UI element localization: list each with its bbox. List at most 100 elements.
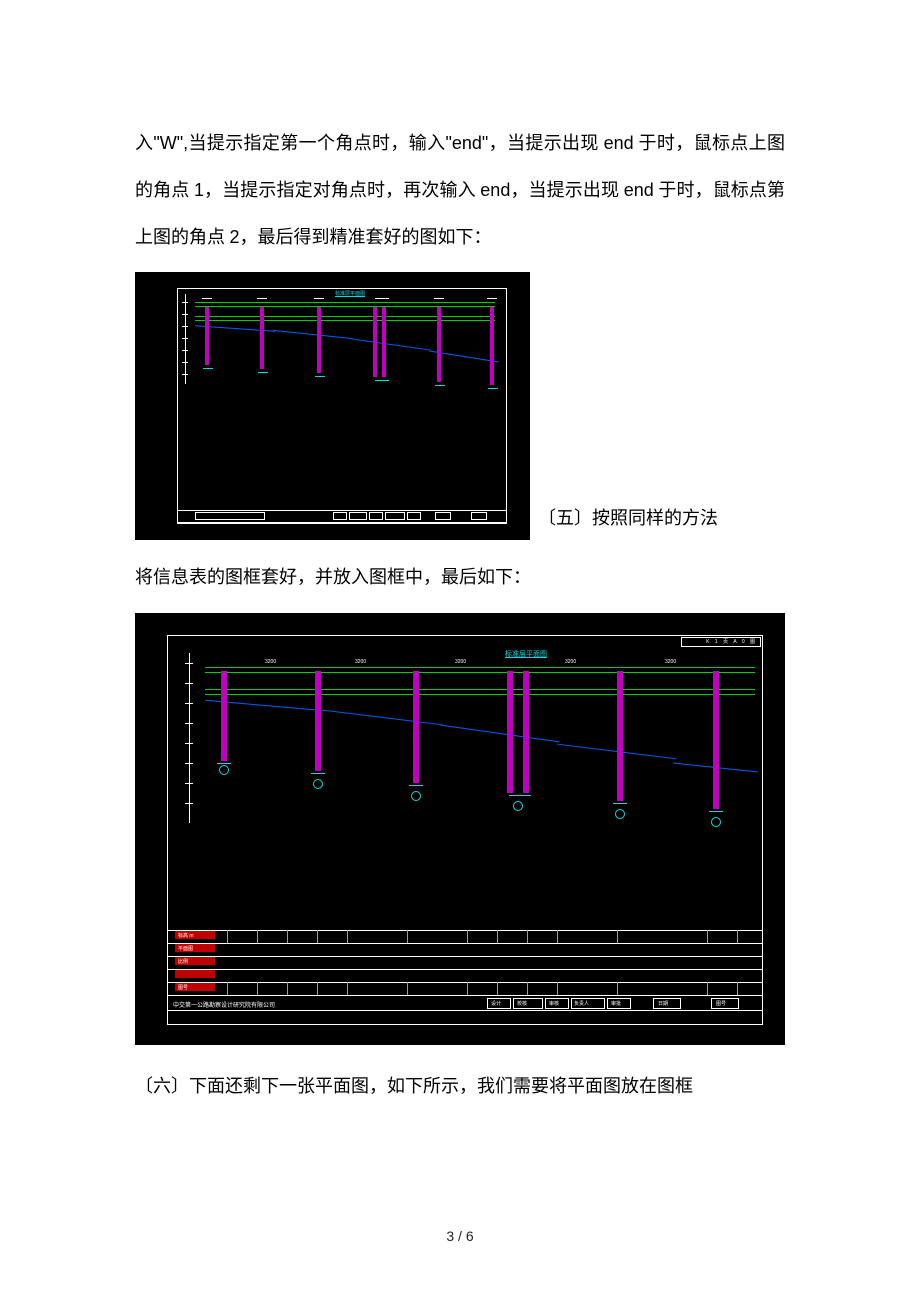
cad2-row-label: 标高 m — [178, 932, 194, 939]
cad2-tick — [527, 982, 528, 995]
cad1-ground — [315, 376, 325, 377]
cad1-tb-cell — [333, 512, 347, 520]
cad1-drawing-frame — [177, 288, 507, 524]
cad1-gauge-tick — [182, 326, 188, 327]
cad2-row-label: 图号 — [178, 984, 188, 991]
cad2-sign-text: 审核 — [549, 1000, 559, 1007]
paragraph-3: 〔六〕下面还剩下一张平面图，如下所示，我们需要将平面图放在图框 — [135, 1063, 785, 1110]
caption-five: 〔五〕按照同样的方法 — [538, 499, 718, 541]
cad1-pier — [382, 307, 386, 377]
cad1-tick — [202, 298, 212, 299]
cad2-pier — [523, 671, 529, 793]
cad2-gauge — [189, 653, 190, 823]
cad1-tb-cell — [369, 512, 383, 520]
cad2-pier — [221, 671, 227, 761]
cad1-gauge-tick — [182, 374, 188, 375]
cad2-tick — [737, 930, 738, 943]
cad2-stamp-text: K 1 页 A 0 图 — [706, 638, 757, 645]
cad2-tick — [227, 930, 228, 943]
p1-text-j: end — [480, 180, 510, 200]
cad1-pier — [437, 307, 441, 382]
cad2-sign-text: 图号 — [716, 1000, 726, 1007]
cad1-tick — [487, 298, 497, 299]
cad2-tick — [497, 982, 498, 995]
cad2-ground — [509, 795, 531, 796]
cad2-ground — [409, 785, 423, 786]
cad2-tick — [557, 982, 558, 995]
cad1-green-rail — [195, 302, 495, 303]
cad1-gauge-tick — [182, 314, 188, 315]
cad2-green-rail — [205, 667, 755, 668]
cad2-row-label: 比例 — [178, 958, 188, 965]
p1-text-f: end — [604, 133, 634, 153]
cad1-ground — [488, 388, 498, 389]
cad2-tick — [707, 930, 708, 943]
cad2-tick — [617, 930, 618, 943]
cad2-tick — [407, 982, 408, 995]
cad1-tb-cell — [385, 512, 405, 520]
cad2-span-label: 3200 — [565, 659, 576, 665]
p1-text-k: ，当提示出现 — [510, 180, 623, 200]
cad1-tick — [257, 298, 267, 299]
cad2-sign-text: 设计 — [491, 1000, 501, 1007]
cad2-pier — [413, 671, 419, 783]
cad2-green-rail — [205, 689, 755, 690]
cad1-title: 标准层平面图 — [335, 290, 365, 297]
cad1-ground — [435, 385, 445, 386]
cad2-tick — [467, 930, 468, 943]
cad2-tick — [257, 930, 258, 943]
cad2-sign-text: 审批 — [611, 1000, 621, 1007]
p1-text-a: 入 — [135, 133, 153, 153]
cad2-pier — [507, 671, 513, 793]
cad2-sign-text: 日期 — [658, 1000, 668, 1007]
cad2-gauge-tick — [185, 703, 193, 704]
p1-text-b: "W", — [153, 133, 188, 153]
cad2-pier — [713, 671, 719, 809]
cad1-green-rail — [195, 316, 495, 317]
cad1-pier — [205, 307, 209, 365]
cad2-tick — [347, 930, 348, 943]
cad2-tick — [407, 930, 408, 943]
cad2-tick — [737, 982, 738, 995]
cad1-pier — [260, 307, 264, 369]
p1-text-h: 1 — [194, 180, 204, 200]
cad2-span-label: 3200 — [665, 659, 676, 665]
cad1-titleblock-bot — [177, 522, 507, 523]
p1-text-i: ，当提示指定对角点时，再次输入 — [204, 180, 480, 200]
cad2-tb-row — [167, 969, 763, 982]
cad2-ground — [709, 811, 723, 812]
cad2-gauge-tick — [185, 783, 193, 784]
cad2-tick — [467, 982, 468, 995]
cad1-ground — [203, 368, 213, 369]
cad2-gauge-tick — [185, 803, 193, 804]
paragraph-2: 将信息表的图框套好，并放入图框中，最后如下： — [135, 554, 785, 601]
page-number: 3 / 6 — [0, 1228, 920, 1244]
document-page: 入"W",当提示指定第一个角点时，输入"end"，当提示出现 end 于时，鼠标… — [0, 0, 920, 1182]
cad1-tb-cell — [349, 512, 367, 520]
cad2-tick — [617, 982, 618, 995]
cad1-gauge-tick — [182, 302, 188, 303]
cad1-tb-cell — [407, 512, 421, 520]
cad2-gauge-tick — [185, 723, 193, 724]
cad2-tick — [347, 982, 348, 995]
cad2-row-label: 平面图 — [178, 945, 193, 952]
p1-text-e: ，当提示出现 — [488, 133, 603, 153]
cad1-tick — [375, 298, 389, 299]
cad1-tb-cell — [471, 512, 487, 520]
p1-text-n: 2 — [230, 227, 240, 247]
cad2-company: 中交第一公路勘察设计研究院有限公司 — [173, 1000, 275, 1009]
cad1-gauge — [185, 294, 186, 384]
cad2-tick — [527, 930, 528, 943]
p1-text-c: 当提示指定第一个角点时，输入 — [188, 133, 445, 153]
cad2-tick — [317, 982, 318, 995]
cad2-pier — [617, 671, 623, 801]
cad2-tick — [287, 982, 288, 995]
cad2-span-label: 3200 — [455, 659, 466, 665]
cad2-tb-row — [167, 956, 763, 969]
cad2-tick — [557, 930, 558, 943]
cad1-green-rail — [195, 306, 495, 307]
cad1-ground — [375, 380, 389, 381]
cad2-tb-label — [175, 970, 215, 978]
cad2-gauge-tick — [185, 763, 193, 764]
p1-text-o: ，最后得到精准套好的图如下： — [240, 227, 492, 247]
